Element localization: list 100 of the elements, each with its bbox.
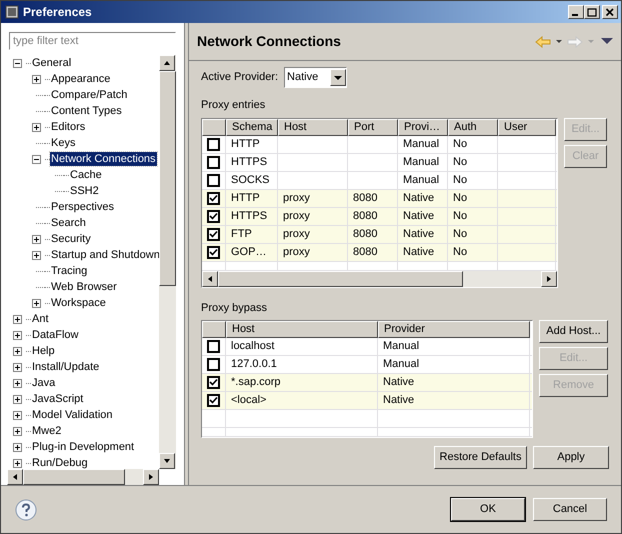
expand-icon[interactable] — [13, 362, 22, 372]
close-button[interactable] — [602, 5, 618, 19]
tree-item[interactable]: Content Types — [50, 104, 123, 118]
tree-item[interactable]: Startup and Shutdown — [50, 248, 159, 262]
tree-item[interactable]: Model Validation — [31, 408, 114, 422]
checkbox[interactable] — [207, 156, 220, 168]
column-header[interactable]: Auth — [448, 118, 498, 136]
expand-icon[interactable] — [32, 250, 41, 260]
table-row[interactable]: HTTP proxy 8080 Native No — [202, 190, 557, 208]
scroll-left-button[interactable] — [202, 270, 218, 286]
provider-dropdown[interactable]: Native — [284, 67, 348, 88]
checkbox[interactable] — [207, 394, 220, 407]
table-row[interactable]: SOCKS Manual No — [202, 172, 557, 190]
dialog-button[interactable]: OK — [451, 498, 525, 521]
tree-item[interactable]: Help — [31, 344, 56, 358]
checkbox[interactable] — [207, 376, 220, 389]
table-row[interactable]: *.sap.corp Native — [202, 374, 532, 392]
expand-icon[interactable] — [32, 74, 41, 84]
expand-icon[interactable] — [13, 426, 22, 436]
expand-icon[interactable] — [13, 394, 22, 404]
tree-item[interactable]: Editors — [50, 120, 86, 134]
checkbox[interactable] — [207, 138, 220, 150]
table-action-button[interactable]: Add Host... — [539, 320, 608, 343]
dropdown-icon[interactable] — [555, 40, 563, 44]
table-row[interactable]: 127.0.0.1 Manual — [202, 356, 532, 374]
expand-icon[interactable] — [13, 346, 22, 356]
scroll-left-button[interactable] — [7, 469, 23, 485]
scroll-down-button[interactable] — [159, 453, 175, 469]
scroll-right-button[interactable] — [143, 469, 159, 485]
tree-item[interactable]: Tracing — [50, 264, 88, 278]
maximize-button[interactable] — [584, 5, 600, 19]
tree-item[interactable]: Plug-in Development — [31, 440, 136, 454]
scroll-up-button[interactable] — [159, 55, 175, 71]
column-header[interactable]: Host — [226, 321, 378, 338]
tree-item[interactable]: Network Connections — [50, 152, 157, 166]
tree-item[interactable]: Cache — [69, 168, 103, 182]
expand-icon[interactable] — [13, 442, 22, 452]
checkbox[interactable] — [207, 192, 220, 204]
page-button[interactable]: Restore Defaults — [434, 446, 527, 469]
table-row[interactable]: GOP… proxy 8080 Native No — [202, 244, 557, 262]
minimize-button[interactable] — [568, 5, 584, 19]
table-row[interactable]: FTP proxy 8080 Native No — [202, 226, 557, 244]
horizontal-scrollbar[interactable] — [202, 270, 557, 286]
expand-icon[interactable] — [13, 458, 22, 468]
vertical-scrollbar[interactable] — [159, 55, 176, 469]
table-row[interactable]: HTTPS proxy 8080 Native No — [202, 208, 557, 226]
help-icon[interactable] — [15, 498, 37, 520]
checkbox[interactable] — [207, 228, 220, 240]
tree-item[interactable]: Java — [31, 376, 56, 390]
expand-icon[interactable] — [13, 378, 22, 388]
table-row[interactable]: HTTPS Manual No — [202, 154, 557, 172]
expand-icon[interactable] — [32, 234, 41, 244]
checkbox[interactable] — [207, 246, 220, 258]
column-header[interactable] — [202, 118, 226, 136]
column-header[interactable] — [202, 321, 226, 338]
tree-item[interactable]: Web Browser — [50, 280, 118, 294]
tree-item[interactable]: Security — [50, 232, 92, 246]
tree-item[interactable]: General — [31, 56, 72, 70]
tree-item[interactable]: Appearance — [50, 72, 112, 86]
scroll-right-button[interactable] — [541, 270, 557, 286]
tree-item[interactable]: SSH2 — [69, 184, 100, 198]
column-header[interactable]: Provi… — [398, 118, 448, 136]
tree-item[interactable]: Install/Update — [31, 360, 100, 374]
page-button[interactable]: Apply — [533, 446, 609, 469]
table-row[interactable]: localhost Manual — [202, 338, 532, 356]
scroll-thumb[interactable] — [159, 71, 176, 286]
tree-item[interactable]: Mwe2 — [31, 424, 62, 438]
tree-item[interactable]: DataFlow — [31, 328, 80, 342]
expand-icon[interactable] — [13, 330, 22, 340]
tree-item[interactable]: Ant — [31, 312, 50, 326]
tree-item[interactable]: JavaScript — [31, 392, 84, 406]
table-row[interactable]: <local> Native — [202, 392, 532, 410]
tree-item[interactable]: Perspectives — [50, 200, 115, 214]
scroll-thumb[interactable] — [218, 270, 464, 286]
scroll-thumb[interactable] — [23, 469, 125, 485]
tree-item[interactable]: Run/Debug — [31, 456, 89, 469]
column-header[interactable]: Provider — [378, 321, 530, 338]
checkbox[interactable] — [207, 210, 220, 222]
dialog-button[interactable]: Cancel — [533, 498, 607, 521]
collapse-icon[interactable] — [32, 154, 41, 164]
column-header[interactable]: Host — [278, 118, 348, 136]
checkbox[interactable] — [207, 174, 220, 186]
tree-item[interactable]: Search — [50, 216, 87, 230]
expand-icon[interactable] — [32, 122, 41, 132]
horizontal-scrollbar[interactable] — [7, 469, 159, 485]
expand-icon[interactable] — [13, 314, 22, 324]
menu-icon[interactable] — [601, 38, 613, 45]
checkbox[interactable] — [207, 340, 220, 353]
tree-item[interactable]: Compare/Patch — [50, 88, 128, 102]
filter-field[interactable]: type filter text — [9, 32, 176, 50]
tree-item[interactable]: Keys — [50, 136, 76, 150]
column-header[interactable]: Schema — [226, 118, 278, 136]
column-header[interactable]: Port — [348, 118, 398, 136]
collapse-icon[interactable] — [13, 58, 22, 68]
expand-icon[interactable] — [13, 410, 22, 420]
expand-icon[interactable] — [32, 298, 41, 308]
column-header[interactable]: User — [498, 118, 556, 136]
checkbox[interactable] — [207, 358, 220, 371]
table-row[interactable]: HTTP Manual No — [202, 136, 557, 154]
tree-item[interactable]: Workspace — [50, 296, 107, 310]
